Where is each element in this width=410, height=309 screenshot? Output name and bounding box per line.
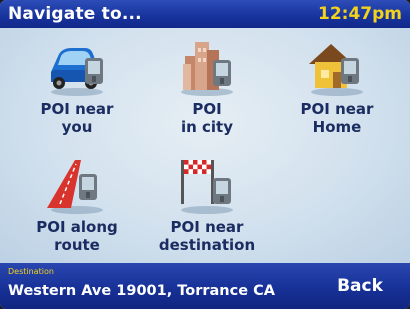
car-gps-icon [51, 48, 103, 96]
poi-near-you-button[interactable]: POI near you [12, 34, 142, 146]
screen-title: Navigate to... [8, 4, 142, 24]
poi-near-home-label: POI near Home [300, 100, 374, 136]
navigate-to-screen: Navigate to... 12:47pm POI near you POI … [0, 0, 410, 309]
menu-grid: POI near you POI in city POI near Home P… [0, 28, 410, 263]
poi-along-route-button[interactable]: POI along route [12, 152, 142, 264]
clock: 12:47pm [318, 4, 402, 24]
city-gps-icon [181, 42, 233, 96]
route-gps-icon [47, 160, 103, 214]
poi-near-destination-button[interactable]: POI near destination [142, 152, 272, 264]
poi-in-city-label: POI in city [180, 100, 234, 136]
back-button[interactable]: Back [322, 270, 398, 302]
poi-near-you-label: POI near you [40, 100, 114, 136]
finish-flag-gps-icon [181, 160, 233, 214]
poi-along-route-label: POI along route [36, 218, 118, 254]
home-gps-icon [309, 44, 363, 96]
title-bar: Navigate to... 12:47pm [0, 0, 410, 28]
destination-caption: Destination [8, 267, 54, 276]
destination-bar: Destination Western Ave 19001, Torrance … [0, 263, 410, 309]
poi-near-destination-label: POI near destination [158, 218, 256, 254]
destination-address: Western Ave 19001, Torrance CA [8, 283, 275, 299]
poi-in-city-button[interactable]: POI in city [142, 34, 272, 146]
poi-near-home-button[interactable]: POI near Home [272, 34, 402, 146]
